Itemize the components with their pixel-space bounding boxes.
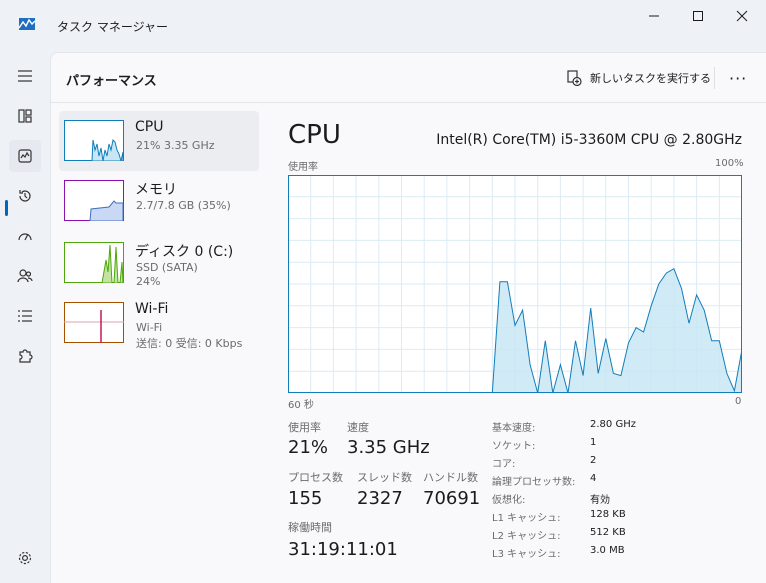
- processes-value: 155: [288, 488, 323, 509]
- usage-value: 21%: [288, 437, 329, 458]
- task-manager-app-icon: [19, 18, 35, 30]
- speed-value: 3.35 GHz: [347, 437, 430, 458]
- spec-value: 4: [590, 473, 597, 484]
- spec-key: ソケット:: [492, 441, 536, 452]
- minimize-button[interactable]: [632, 6, 676, 26]
- spec-key: L3 キャッシュ:: [492, 549, 561, 560]
- device-subtitle: SSD (SATA): [136, 261, 198, 274]
- spec-key: L1 キャッシュ:: [492, 513, 561, 524]
- detail-title: CPU: [288, 120, 341, 150]
- maximize-icon: [693, 11, 703, 21]
- device-item-disk[interactable]: ディスク 0 (C:) SSD (SATA) 24%: [59, 233, 259, 293]
- cpu-usage-graph: [288, 175, 742, 393]
- speedometer-icon: [18, 233, 32, 241]
- users-icon: [17, 269, 33, 283]
- handles-value: 70691: [423, 488, 481, 509]
- spec-key: 基本速度:: [492, 423, 536, 434]
- device-name: CPU: [135, 119, 164, 135]
- spec-value: 1: [590, 437, 597, 448]
- device-subtitle: 2.7/7.8 GB (35%): [136, 199, 231, 212]
- device-subtitle-throughput: 送信: 0 受信: 0 Kbps: [136, 337, 243, 350]
- spec-key: 仮想化:: [492, 495, 526, 506]
- active-nav-indicator: [5, 200, 8, 216]
- more-options-button[interactable]: ···: [729, 69, 747, 88]
- window-title: タスク マネージャー: [57, 20, 168, 34]
- nav-details[interactable]: [9, 300, 41, 332]
- hamburger-menu-button[interactable]: [9, 60, 41, 92]
- device-name: ディスク 0 (C:): [135, 244, 234, 260]
- spec-value: 128 KB: [590, 509, 626, 520]
- threads-value: 2327: [357, 488, 403, 509]
- spec-key: 論理プロセッサ数:: [492, 477, 576, 488]
- uptime-value: 31:19:11:01: [288, 539, 398, 560]
- graph-max-label: 100%: [715, 158, 744, 169]
- title-bar: タスク マネージャー: [0, 0, 766, 52]
- nav-users[interactable]: [9, 260, 41, 292]
- handles-label: ハンドル数: [423, 471, 478, 484]
- device-subtitle: Wi-Fi: [136, 321, 163, 334]
- spec-value: 2: [590, 455, 597, 466]
- nav-processes[interactable]: [9, 100, 41, 132]
- graph-min-label: 0: [735, 396, 742, 407]
- history-icon: [19, 190, 31, 202]
- spec-value: 有効: [590, 495, 610, 506]
- minimize-icon: [649, 15, 659, 17]
- services-puzzle-icon: [19, 349, 33, 363]
- page-title: パフォーマンス: [66, 74, 157, 89]
- details-list-icon: [18, 310, 32, 322]
- spec-value: 512 KB: [590, 527, 626, 538]
- nav-services[interactable]: [9, 340, 41, 372]
- close-button[interactable]: [720, 6, 764, 26]
- device-name: メモリ: [135, 182, 177, 198]
- device-item-memory[interactable]: メモリ 2.7/7.8 GB (35%): [59, 171, 259, 231]
- close-icon: [736, 10, 748, 22]
- navigation-rail: [0, 52, 50, 583]
- header-divider: [714, 67, 715, 89]
- more-dots-icon: ···: [729, 69, 748, 88]
- nav-app-history[interactable]: [9, 180, 41, 212]
- nav-startup-apps[interactable]: [9, 220, 41, 252]
- spec-value: 2.80 GHz: [590, 419, 636, 430]
- device-subtitle-usage: 24%: [136, 275, 161, 288]
- threads-label: スレッド数: [357, 471, 412, 484]
- cpu-thumbnail-graph: [64, 120, 124, 161]
- graph-time-label: 60 秒: [288, 400, 314, 411]
- hamburger-icon: [18, 70, 32, 82]
- nav-performance[interactable]: [9, 140, 41, 172]
- graph-caption: 使用率: [288, 162, 318, 173]
- nav-settings[interactable]: [9, 542, 41, 574]
- maximize-button[interactable]: [676, 6, 720, 26]
- processes-icon: [18, 109, 32, 123]
- spec-value: 3.0 MB: [590, 545, 625, 556]
- speed-label: 速度: [347, 421, 369, 434]
- uptime-label: 稼働時間: [288, 521, 332, 534]
- processes-label: プロセス数: [288, 471, 343, 484]
- run-new-task-label: 新しいタスクを実行する: [590, 72, 711, 85]
- run-new-task-button[interactable]: 新しいタスクを実行する: [566, 67, 711, 89]
- main-panel: パフォーマンス 新しいタスクを実行する ··· CPU 21% 3.35 GHz…: [50, 52, 766, 583]
- device-subtitle: 21% 3.35 GHz: [136, 139, 215, 152]
- device-item-wifi[interactable]: Wi-Fi Wi-Fi 送信: 0 受信: 0 Kbps: [59, 293, 259, 353]
- spec-key: L2 キャッシュ:: [492, 531, 561, 542]
- spec-key: コア:: [492, 459, 516, 470]
- device-name: Wi-Fi: [135, 301, 169, 317]
- disk-thumbnail-graph: [64, 242, 124, 283]
- memory-thumbnail-graph: [64, 180, 124, 221]
- performance-icon: [18, 149, 32, 163]
- usage-label: 使用率: [288, 421, 321, 434]
- gear-icon: [18, 551, 32, 565]
- page-header: パフォーマンス 新しいタスクを実行する ···: [51, 53, 766, 103]
- device-item-cpu[interactable]: CPU 21% 3.35 GHz: [59, 111, 259, 171]
- new-task-icon: [567, 70, 582, 86]
- wifi-thumbnail-graph: [64, 302, 124, 343]
- cpu-model-name: Intel(R) Core(TM) i5-3360M CPU @ 2.80GHz: [436, 132, 742, 148]
